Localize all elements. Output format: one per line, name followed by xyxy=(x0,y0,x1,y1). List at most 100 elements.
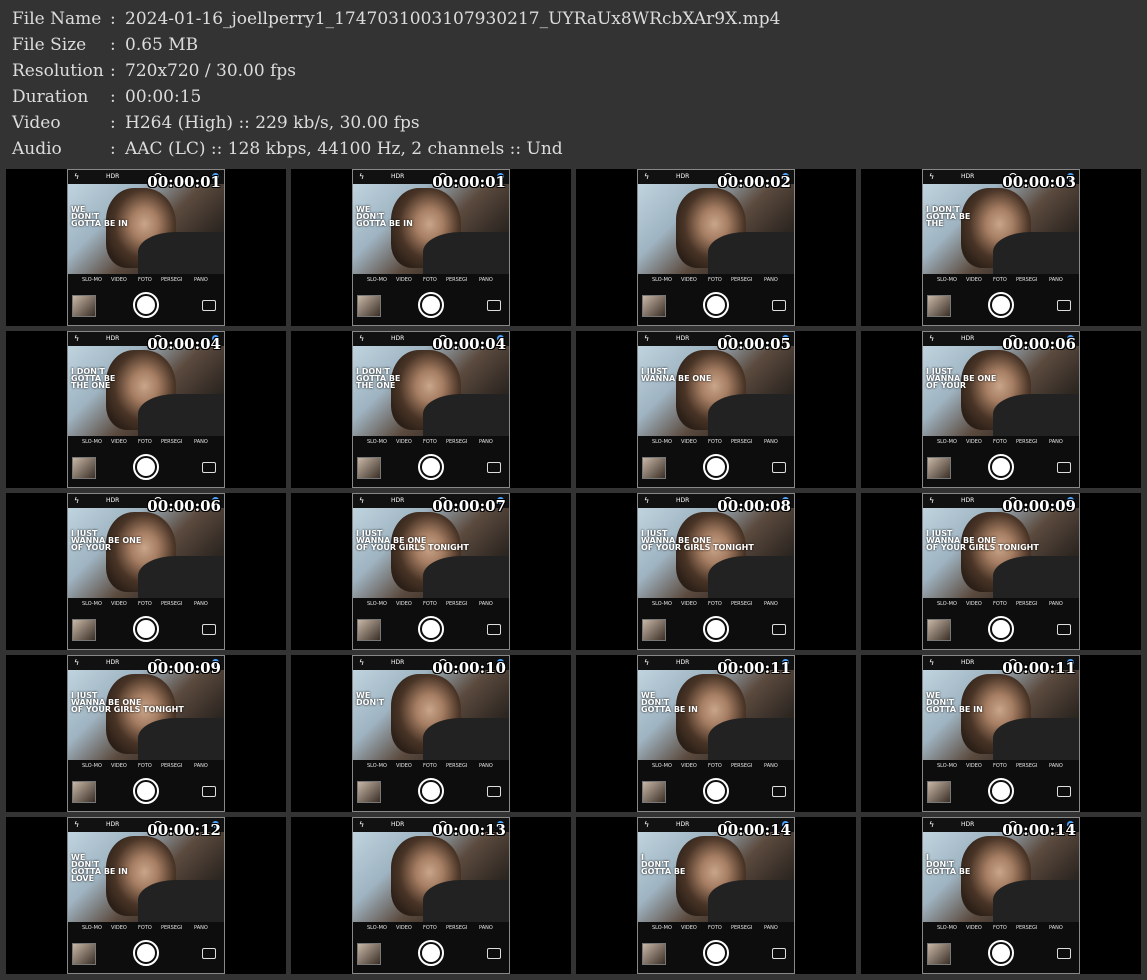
camera-mode-label: PERSEGI xyxy=(731,763,753,769)
camera-flip-icon xyxy=(202,786,216,797)
thumbnail-cell[interactable]: ϟ HDR WE DON'T GOTTA BE IN LOVE SLO-MO VIDEO… xyxy=(6,817,286,974)
thumbnail-cell[interactable]: ϟ HDR I JUST WANNA BE ONE OF YOUR GIRLS TO… xyxy=(576,493,856,650)
thumbnail-cell[interactable]: ϟ HDR I JUST WANNA BE ONE OF YOUR SLO-MO VID… xyxy=(6,493,286,650)
camera-bottom-bar xyxy=(68,448,224,487)
camera-flip-icon xyxy=(772,462,786,473)
hdr-label: HDR xyxy=(961,659,975,666)
camera-mode-label: PANO xyxy=(194,277,208,283)
camera-mode-label: PANO xyxy=(194,763,208,769)
camera-mode-label: VIDEO xyxy=(396,763,412,769)
thumbnail-cell[interactable]: ϟ HDR I JUST WANNA BE ONE OF YOUR GIRLS TO… xyxy=(861,493,1141,650)
camera-flip-icon xyxy=(487,624,501,635)
selfie-image: I JUST WANNA BE ONE OF YOUR GIRLS TONIGH… xyxy=(923,508,1079,606)
info-row: File Size:0.65 MB xyxy=(12,32,780,58)
camera-mode-label: PANO xyxy=(764,763,778,769)
flash-off-icon: ϟ xyxy=(929,172,935,181)
lyric-overlay-text: WE DON'T GOTTA BE IN xyxy=(926,691,983,714)
thumbnail-cell[interactable]: ϟ HDR SLO-MO VIDEO FOTO PERSEGI PANO 00:00:02 xyxy=(576,169,856,326)
gallery-thumbnail xyxy=(357,295,381,317)
flash-off-icon: ϟ xyxy=(929,334,935,343)
camera-bottom-bar xyxy=(923,934,1079,973)
file-info-panel: File Name:2024-01-16_joellperry1_1747031… xyxy=(12,6,780,162)
shutter-button-icon xyxy=(418,454,444,480)
camera-mode-label: PERSEGI xyxy=(446,277,468,283)
timestamp-label: 00:00:03 xyxy=(1002,173,1076,191)
lyric-overlay-text: WE DON'T GOTTA BE IN LOVE xyxy=(71,853,128,883)
thumbnail-cell[interactable]: ϟ HDR I JUST WANNA BE ONE SLO-MO VIDEO FOTO PE… xyxy=(576,331,856,488)
thumbnail-cell[interactable]: ϟ HDR WE DON'T GOTTA BE IN SLO-MO VIDEO FOTO P… xyxy=(576,655,856,812)
selfie-image: I JUST WANNA BE ONE xyxy=(638,346,794,444)
timestamp-label: 00:00:05 xyxy=(717,335,791,353)
thumbnail-cell[interactable]: ϟ HDR WE DON'T GOTTA BE IN SLO-MO VIDEO FOTO P… xyxy=(291,169,571,326)
camera-mode-label: SLO-MO xyxy=(652,277,672,283)
thumbnail-cell[interactable]: ϟ HDR WE DON'T GOTTA BE IN SLO-MO VIDEO FOTO P… xyxy=(6,169,286,326)
camera-mode-label: SLO-MO xyxy=(367,277,387,283)
info-separator: : xyxy=(110,9,116,29)
selfie-image: I DON'T GOTTA BE xyxy=(923,832,1079,930)
thumbnail-cell[interactable]: ϟ HDR I JUST WANNA BE ONE OF YOUR GIRLS TO… xyxy=(6,655,286,812)
thumbnail-cell[interactable]: ϟ HDR WE DON'T GOTTA BE IN SLO-MO VIDEO FOTO P… xyxy=(861,655,1141,812)
thumbnail-cell[interactable]: ϟ HDR I DON'T GOTTA BE SLO-MO VIDEO FOTO PERSE… xyxy=(576,817,856,974)
camera-mode-label: PERSEGI xyxy=(161,601,183,607)
camera-mode-label: PANO xyxy=(194,601,208,607)
timestamp-label: 00:00:04 xyxy=(432,335,506,353)
shutter-button-icon xyxy=(988,292,1014,318)
thumbnail-cell[interactable]: ϟ HDR I DON'T GOTTA BE THE ONE SLO-MO VIDEO F… xyxy=(6,331,286,488)
camera-mode-label: PERSEGI xyxy=(161,925,183,931)
selfie-image: I JUST WANNA BE ONE OF YOUR GIRLS TONIGH… xyxy=(68,670,224,768)
camera-bottom-bar xyxy=(638,448,794,487)
timestamp-label: 00:00:01 xyxy=(432,173,506,191)
selfie-image: I DON'T GOTTA BE THE xyxy=(923,184,1079,282)
video-frame: ϟ HDR I DON'T GOTTA BE SLO-MO VIDEO FOTO PERSE… xyxy=(922,817,1080,974)
timestamp-label: 00:00:01 xyxy=(147,173,221,191)
video-frame: ϟ HDR I JUST WANNA BE ONE OF YOUR SLO-MO VID… xyxy=(922,331,1080,488)
selfie-image: I JUST WANNA BE ONE OF YOUR xyxy=(68,508,224,606)
flash-off-icon: ϟ xyxy=(359,820,365,829)
camera-bottom-bar xyxy=(353,448,509,487)
gallery-thumbnail xyxy=(927,619,951,641)
timestamp-label: 00:00:09 xyxy=(1002,497,1076,515)
hdr-label: HDR xyxy=(106,335,120,342)
info-row: Duration:00:00:15 xyxy=(12,84,780,110)
lyric-overlay-text: WE DON'T GOTTA BE IN xyxy=(356,205,413,228)
gallery-thumbnail xyxy=(72,619,96,641)
camera-flip-icon xyxy=(202,300,216,311)
info-separator: : xyxy=(110,87,116,107)
camera-mode-label: PERSEGI xyxy=(731,601,753,607)
camera-mode-bar: SLO-MO VIDEO FOTO PERSEGI PANO xyxy=(923,922,1079,934)
thumbnail-cell[interactable]: ϟ HDR I DON'T GOTTA BE THE ONE SLO-MO VIDEO F… xyxy=(291,331,571,488)
shutter-button-icon xyxy=(133,778,159,804)
info-label: Resolution xyxy=(12,61,104,81)
lyric-overlay-text: I JUST WANNA BE ONE OF YOUR xyxy=(71,529,142,552)
timestamp-label: 00:00:14 xyxy=(1002,821,1076,839)
thumbnail-cell[interactable]: ϟ HDR SLO-MO VIDEO FOTO PERSEGI PANO 00:00:13 xyxy=(291,817,571,974)
thumbnail-cell[interactable]: ϟ HDR I DON'T GOTTA BE THE SLO-MO VIDEO FOTO P… xyxy=(861,169,1141,326)
info-row: File Name:2024-01-16_joellperry1_1747031… xyxy=(12,6,780,32)
selfie-image: I DON'T GOTTA BE xyxy=(638,832,794,930)
hdr-label: HDR xyxy=(676,497,690,504)
thumbnail-cell[interactable]: ϟ HDR I JUST WANNA BE ONE OF YOUR GIRLS TO… xyxy=(291,493,571,650)
thumbnail-cell[interactable]: ϟ HDR WE DON'T SLO-MO VIDEO FOTO PERSEGI PANO 00… xyxy=(291,655,571,812)
thumbnail-cell[interactable]: ϟ HDR I DON'T GOTTA BE SLO-MO VIDEO FOTO PERSE… xyxy=(861,817,1141,974)
camera-mode-label: PERSEGI xyxy=(731,439,753,445)
camera-mode-label: FOTO xyxy=(993,925,1007,931)
camera-bottom-bar xyxy=(68,286,224,325)
hdr-label: HDR xyxy=(391,497,405,504)
camera-mode-label: SLO-MO xyxy=(937,439,957,445)
camera-bottom-bar xyxy=(638,610,794,649)
camera-mode-label: PANO xyxy=(479,439,493,445)
camera-mode-label: PANO xyxy=(764,439,778,445)
camera-mode-bar: SLO-MO VIDEO FOTO PERSEGI PANO xyxy=(638,274,794,286)
video-frame: ϟ HDR I JUST WANNA BE ONE OF YOUR GIRLS TO… xyxy=(922,493,1080,650)
selfie-image: I JUST WANNA BE ONE OF YOUR GIRLS TONIGH… xyxy=(638,508,794,606)
camera-mode-label: SLO-MO xyxy=(937,925,957,931)
camera-mode-label: FOTO xyxy=(993,763,1007,769)
flash-off-icon: ϟ xyxy=(359,334,365,343)
camera-mode-label: FOTO xyxy=(138,439,152,445)
info-label: File Name xyxy=(12,9,102,29)
camera-mode-bar: SLO-MO VIDEO FOTO PERSEGI PANO xyxy=(353,598,509,610)
thumbnail-cell[interactable]: ϟ HDR I JUST WANNA BE ONE OF YOUR SLO-MO VID… xyxy=(861,331,1141,488)
info-label: Duration xyxy=(12,87,89,107)
hdr-label: HDR xyxy=(106,659,120,666)
camera-mode-label: PERSEGI xyxy=(1016,601,1038,607)
